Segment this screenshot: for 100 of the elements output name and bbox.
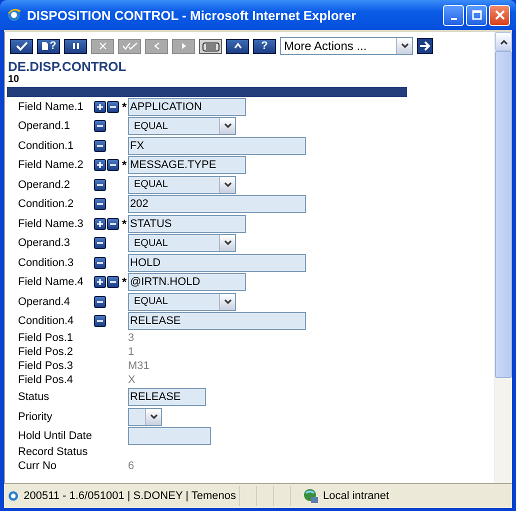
mandatory-mark: * [122,158,127,172]
print-button[interactable] [199,38,222,54]
collapse-button[interactable] [107,218,119,230]
caret-icon [224,298,232,305]
field-label: Hold Until Date [18,430,93,442]
collapse-button[interactable] [94,140,106,152]
mandatory-mark: * [122,100,127,114]
network-icon [303,488,319,504]
hold-button[interactable] [64,38,87,54]
close-icon [494,10,504,20]
plus-icon [96,161,104,170]
check-icon [16,41,28,51]
commit-button[interactable] [10,38,33,54]
minimize-icon [450,18,456,20]
field-label: Field Name.2 [18,159,84,172]
help-button[interactable]: ? [253,38,276,54]
text-input[interactable]: RELEASE [128,388,206,406]
field-label: Status [18,391,50,403]
field-name-input[interactable]: STATUS [128,214,246,233]
field-value: X [128,374,136,386]
right-arrow-icon [180,42,188,50]
operand-dropdown[interactable]: EQUAL [128,234,236,252]
condition-input[interactable]: 202 [128,195,306,214]
caret-icon [400,43,408,49]
right-arrow-icon [419,41,431,51]
field-label: Operand.1 [18,120,71,132]
more-actions-dropdown[interactable]: More Actions ... [280,37,413,55]
field-label: Field Name.1 [18,100,84,113]
up-button[interactable] [226,38,249,54]
caret-icon [224,123,232,130]
up-caret-icon [234,42,242,50]
field-label: Field Pos.1 [18,332,74,344]
collapse-button[interactable] [107,100,119,113]
printer-icon [202,40,220,52]
plus-icon [96,278,104,286]
collapse-button[interactable] [94,198,106,210]
close-button[interactable] [489,4,510,26]
collapse-button[interactable] [107,276,119,288]
application-name: DE.DISP.CONTROL [7,59,128,74]
collapse-button[interactable] [94,237,106,250]
operand-dropdown[interactable]: EQUAL [128,117,236,136]
field-value: M31 [128,360,150,372]
expand-button[interactable] [94,100,106,113]
collapse-button[interactable] [94,120,106,132]
mandatory-mark: * [122,275,127,290]
field-label: Priority [18,410,54,422]
field-label: Condition.1 [18,140,75,152]
collapse-button[interactable] [94,315,106,328]
collapse-button[interactable] [94,178,106,191]
maximize-icon [472,10,482,20]
status-text: 200511 - 1.6/051001 | S.DONEY | Temenos [24,490,236,502]
plus-icon [96,220,104,228]
priority-dropdown[interactable] [128,408,162,426]
up-caret-icon [500,38,508,44]
field-value: 3 [128,332,134,344]
minimize-button[interactable] [443,4,464,26]
operand-dropdown[interactable]: EQUAL [128,176,236,194]
field-value: 6 [128,460,134,472]
page-icon [7,489,20,503]
plus-icon [96,102,104,111]
record-id: 10 [7,74,20,85]
field-label: Operand.3 [18,237,71,250]
go-button[interactable] [417,38,433,54]
field-label: Field Pos.4 [18,374,74,386]
caret-icon [224,240,232,246]
field-label: Curr No [18,460,58,472]
mandatory-mark: * [122,216,127,231]
scrollbar[interactable] [494,32,512,483]
field-label: Field Pos.2 [18,346,74,358]
field-label: Condition.2 [18,198,75,210]
collapse-button[interactable] [94,256,106,269]
page-help-button[interactable]: ? [37,38,60,54]
caret-icon [150,414,158,420]
field-label: Field Pos.3 [18,360,74,372]
expand-button[interactable] [94,218,106,230]
maximize-button[interactable] [466,4,487,26]
field-label: Condition.3 [18,256,75,269]
field-name-input[interactable]: APPLICATION [128,98,246,116]
field-label: Operand.2 [18,178,71,191]
cross-icon [98,42,106,50]
condition-input[interactable]: FX [128,136,306,155]
expand-button[interactable] [94,159,106,172]
page-icon [40,41,49,51]
condition-input[interactable]: HOLD [128,254,306,272]
window-title: DISPOSITION CONTROL - Microsoft Internet Explorer [27,8,358,22]
field-name-input[interactable]: MESSAGE.TYPE [128,156,246,174]
date-input[interactable] [128,426,211,444]
condition-input[interactable]: RELEASE [128,312,306,330]
field-label: Field Name.3 [18,218,84,230]
field-label: Record Status [18,446,89,458]
field-label: Condition.4 [18,315,75,328]
field-name-input[interactable]: @IRTN.HOLD [128,273,246,292]
collapse-button[interactable] [107,159,119,172]
expand-button[interactable] [94,276,106,288]
caret-icon [224,182,232,188]
field-value: 1 [128,346,134,358]
double-check-icon [122,42,138,50]
field-label: Operand.4 [18,296,71,308]
operand-dropdown[interactable]: EQUAL [128,292,236,311]
collapse-button[interactable] [94,296,106,308]
